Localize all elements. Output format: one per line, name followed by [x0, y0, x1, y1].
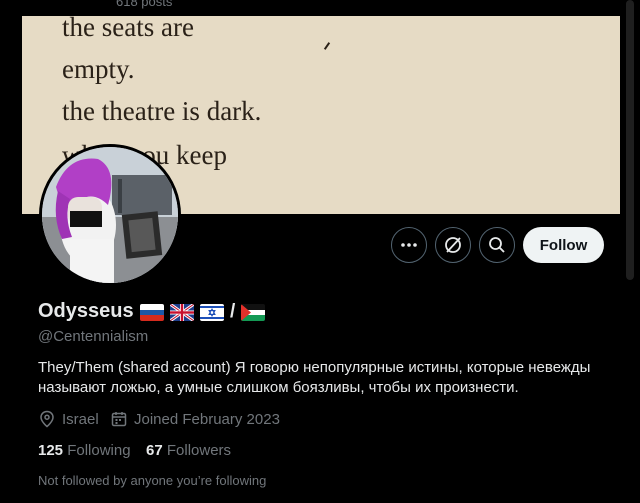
followers-link[interactable]: 67 Followers	[146, 442, 231, 459]
followed-by-note: Not followed by anyone you’re following	[38, 473, 267, 488]
following-label: Following	[67, 442, 131, 459]
scrollbar[interactable]	[620, 0, 640, 503]
following-count: 125	[38, 442, 64, 459]
joined-date: Joined February 2023	[110, 410, 280, 428]
search-button[interactable]	[479, 227, 515, 263]
banner-line-2: empty.	[62, 54, 135, 84]
following-link[interactable]: 125 Following	[38, 442, 131, 459]
banner-ink-mark	[323, 42, 331, 50]
israel-flag-icon	[200, 303, 224, 321]
uk-flag-icon	[170, 303, 194, 321]
avatar[interactable]	[39, 144, 181, 286]
follow-button[interactable]: Follow	[523, 227, 604, 263]
location-text: Israel	[62, 410, 99, 428]
handle: @Centennialism	[38, 328, 149, 345]
banner-line-1: the seats are	[62, 16, 194, 42]
followers-label: Followers	[166, 442, 232, 459]
scrollbar-thumb[interactable]	[626, 0, 634, 280]
post-count: 618 posts	[116, 0, 173, 9]
name-flags: /	[140, 301, 266, 322]
grok-icon	[445, 237, 461, 253]
banner-line-3: the theatre is dark.	[62, 96, 262, 126]
display-name: Odysseus	[38, 300, 134, 322]
russia-flag-icon	[140, 303, 164, 321]
location-pin-icon	[40, 410, 54, 428]
followers-count: 67	[146, 442, 163, 459]
more-icon	[401, 243, 417, 247]
search-icon	[489, 237, 505, 253]
grok-button[interactable]	[435, 227, 471, 263]
palestine-flag-icon	[241, 303, 266, 321]
avatar-photo	[42, 147, 178, 283]
bio: They/Them (shared account) Я говорю непо…	[38, 359, 591, 396]
profile-header-bar: 618 posts	[22, 0, 620, 16]
location: Israel	[38, 410, 99, 428]
calendar-icon	[111, 412, 127, 427]
flag-separator: /	[230, 301, 236, 322]
more-options-button[interactable]	[391, 227, 427, 263]
joined-text: Joined February 2023	[134, 410, 280, 428]
